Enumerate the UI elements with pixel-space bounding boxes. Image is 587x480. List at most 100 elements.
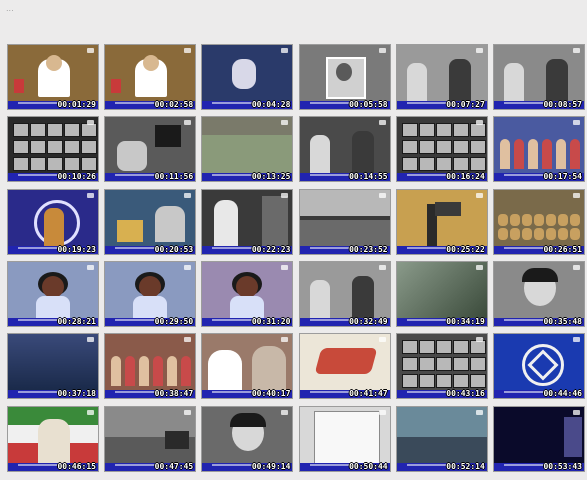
monitor-screen [469,357,486,372]
scene-shape [522,213,532,226]
caption-text-line [309,318,350,321]
video-thumbnail[interactable]: 00:32:49 [298,260,391,327]
caption-text-line [406,174,447,177]
video-thumbnail[interactable]: 00:08:57 [493,44,585,110]
caption-text-line [212,391,253,394]
caption-text-line [309,463,350,466]
video-thumbnail[interactable]: 00:40:17 [201,333,294,400]
video-thumbnail[interactable]: 00:05:58 [298,44,391,110]
monitor-screen [435,123,452,138]
video-thumbnail[interactable]: 00:23:52 [298,188,391,255]
caption-text-line [18,102,58,104]
video-thumbnail[interactable]: 00:31:20 [201,260,294,327]
video-thumbnail[interactable]: 00:28:21 [7,260,99,327]
video-thumbnail[interactable]: 00:38:47 [104,333,197,400]
channel-logo-icon [87,337,94,343]
scene-shape [262,195,289,246]
thumbnail-frame [8,406,98,465]
monitor-screen [435,374,452,389]
video-thumbnail[interactable]: 00:53:43 [493,405,585,472]
scene-shape [125,356,136,387]
video-thumbnail[interactable]: 00:22:23 [201,188,294,255]
timestamp: 00:23:52 [349,244,388,254]
channel-logo-icon [378,48,386,53]
monitor-screen [418,123,435,138]
video-thumbnail[interactable]: 00:37:18 [7,333,99,400]
video-thumbnail[interactable]: 00:43:16 [395,333,488,400]
channel-logo-icon [184,120,192,126]
video-thumbnail[interactable]: 00:02:58 [104,44,197,110]
scene-shape [133,295,168,318]
video-thumbnail[interactable]: 00:10:26 [7,116,99,183]
video-thumbnail[interactable]: 00:13:25 [201,116,294,183]
monitor-screen [469,157,486,172]
monitor-screen [401,340,418,355]
video-thumbnail[interactable]: 00:19:23 [7,188,99,255]
channel-logo-icon [184,409,192,415]
channel-logo-icon [378,337,386,343]
video-thumbnail[interactable]: 00:29:50 [104,260,197,327]
timestamp: 00:50:44 [349,461,388,471]
video-thumbnail[interactable]: 00:44:46 [493,333,585,400]
scene-shape [153,356,164,387]
timestamp: 00:08:57 [543,100,582,109]
monitor-screen [418,140,435,155]
video-thumbnail[interactable]: 00:52:14 [395,405,488,472]
video-thumbnail[interactable]: 00:47:45 [104,405,197,472]
channel-logo-icon [87,264,94,270]
channel-logo-icon [573,120,580,126]
video-thumbnail[interactable]: 00:14:55 [298,116,391,183]
timestamp: 00:47:45 [154,461,194,471]
video-thumbnail[interactable]: 00:34:19 [395,260,488,327]
scene-shape [546,213,556,226]
video-thumbnail[interactable]: 00:07:27 [395,44,488,110]
timestamp: 00:41:47 [349,389,388,399]
thumbnail-frame [8,117,98,175]
monitor-screen [13,140,29,155]
scene-shape [500,139,510,170]
video-thumbnail[interactable]: 00:20:53 [104,188,197,255]
caption-text-line [309,174,350,177]
monitor-screen [452,123,469,138]
scene-shape [564,416,582,457]
video-thumbnail[interactable]: 00:49:14 [201,405,294,472]
scene-shape [299,215,390,220]
scene-shape [208,350,243,391]
thumbnail-grid: 00:01:29 00:02:58 00:04:28 00:05:58 00:07:27… [0,0,587,480]
video-thumbnail[interactable]: 00:16:24 [395,116,488,183]
timestamp: 00:19:23 [57,244,96,254]
caption-text-line [212,102,253,104]
video-thumbnail[interactable]: 00:41:47 [298,333,391,400]
monitor-screen [435,357,452,372]
timestamp: 00:32:49 [349,316,388,326]
video-thumbnail[interactable]: 00:01:29 [7,44,99,110]
video-thumbnail[interactable]: 00:26:51 [493,188,585,255]
thumbnail-frame [105,334,195,392]
channel-logo-icon [378,409,386,415]
timestamp: 00:20:53 [154,244,194,254]
caption-text-line [115,102,156,104]
video-thumbnail[interactable]: 00:25:22 [395,188,488,255]
channel-logo-icon [87,120,94,126]
scene-shape [42,275,64,298]
channel-logo-icon [573,264,580,270]
timestamp: 00:46:15 [57,461,96,471]
scene-shape [165,430,190,449]
video-thumbnail[interactable]: 00:11:56 [104,116,197,183]
scene-shape [570,213,580,226]
video-thumbnail[interactable]: 00:04:28 [201,44,294,110]
monitor-screen [401,140,418,155]
channel-logo-icon [281,409,289,415]
caption-text-line [18,391,58,394]
video-thumbnail[interactable]: 00:46:15 [7,405,99,472]
thumbnail-frame [300,117,390,176]
scene-shape [542,139,552,170]
video-thumbnail[interactable]: 00:50:44 [298,405,391,472]
video-thumbnail[interactable]: 00:17:54 [493,116,585,183]
scene-shape [313,410,380,465]
video-thumbnail[interactable]: 00:35:48 [493,260,585,327]
scene-shape [214,199,239,246]
monitor-screen [435,140,452,155]
timestamp: 00:26:51 [543,244,582,254]
channel-logo-icon [475,264,483,270]
